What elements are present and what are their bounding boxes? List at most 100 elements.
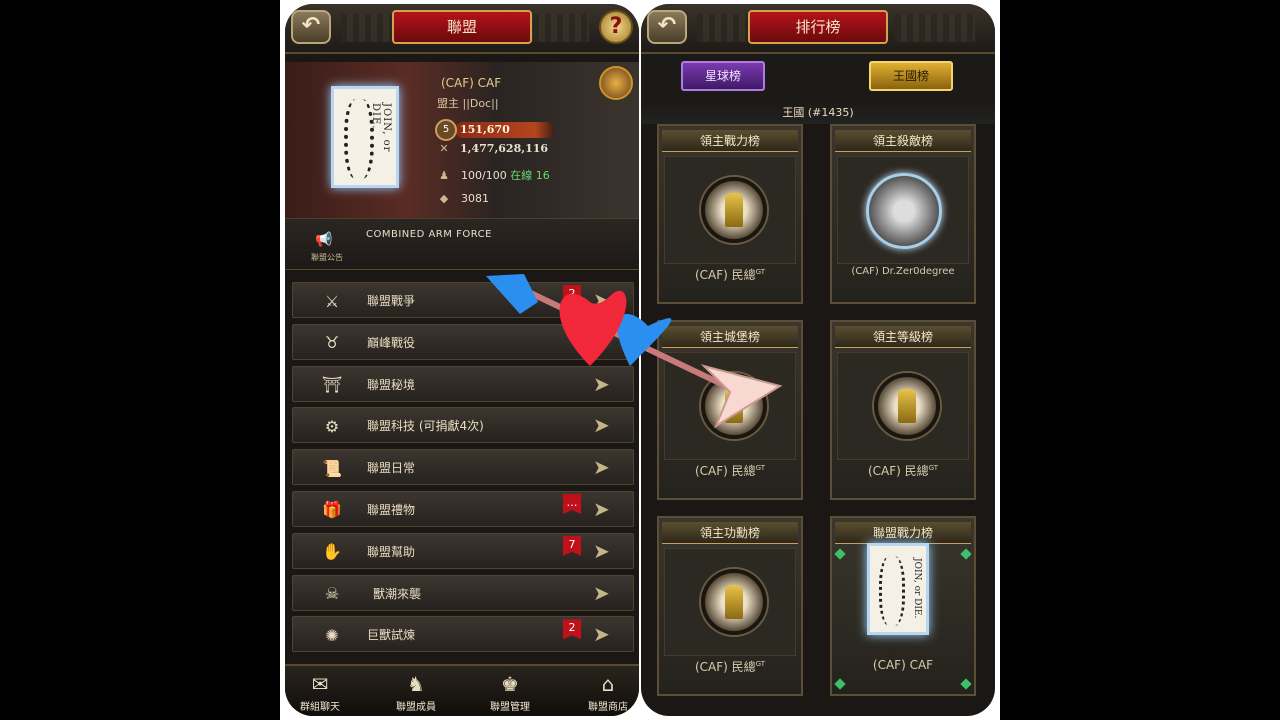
chat-scroll-icon: ✉ [311,672,329,696]
corner-gem-icon [960,678,972,690]
menu-item-label: 聯盟禮物 [367,502,416,517]
giant-beast-icon: ✺ [325,625,339,645]
alliance-leader: 盟主 ||Doc|| [437,97,499,110]
alliance-header: ↶ 聯盟 ? [285,4,639,54]
menu-item-label: 聯盟日常 [367,461,416,476]
tech-gear-icon: ⚙ [324,416,340,436]
page-title: 排行榜 [748,10,888,44]
rank-card-player: (CAF) CAF [832,658,974,672]
notification-badge: 2 [563,619,581,640]
nav-members[interactable]: ♞ 聯盟成員 [371,666,461,716]
chevron-right-icon: ➤ [593,580,610,605]
ranking-tabs: 星球榜 王國榜 [641,54,995,104]
player-name: (CAF) 民總 [694,660,756,674]
rank-card-lord-merit[interactable]: 領主功勳榜 (CAF) 民總GT [657,516,803,696]
help-button[interactable]: ? [599,10,633,44]
nav-shop[interactable]: ⌂ 聯盟商店 [563,666,639,716]
menu-item-label: 巨獸試煉 [367,628,416,643]
members-icon: ♞ [407,672,425,696]
chevron-right-icon: ➤ [593,538,610,563]
corner-gem-icon [834,548,846,560]
chevron-right-icon: ➤ [593,496,610,521]
rank-card-portrait-area [837,352,969,460]
members-icon: ♟ [439,169,449,182]
statue-avatar [701,177,767,243]
menu-item-label: 聯盟科技 (可捐獻4次) [367,419,484,434]
bull-skull-icon: ♉ [324,333,340,353]
bottom-nav: ✉ 群組聊天 ♞ 聯盟成員 ♚ 聯盟管理 ⌂ 聯盟商店 [285,664,639,716]
rank-card-player: (CAF) 民總GT [659,658,801,675]
flag-motto: JOIN, or DIE. [370,103,392,153]
alliance-flag: JOIN, or DIE. [867,543,929,635]
menu-item-alliance-daily[interactable]: 📜 聯盟日常 ➤ [292,449,634,486]
tab-kingdom-ranking[interactable]: 王國榜 [869,61,953,91]
rank-card-title: 領主功勳榜 [662,522,798,544]
member-count-value: 100/100 [461,169,507,182]
nav-management[interactable]: ♚ 聯盟管理 [465,666,555,716]
statue-icon [725,193,743,227]
rank-card-alliance-power[interactable]: 聯盟戰力榜 JOIN, or DIE. (CAF) CAF [830,516,976,696]
menu-item-label: 巔峰戰役 [367,335,416,350]
back-button[interactable]: ↶ [647,10,687,44]
rank-card-player: (CAF) 民總GT [832,462,974,479]
tab-planet-ranking[interactable]: 星球榜 [681,61,765,91]
corner-gem-icon [960,548,972,560]
help-hands-icon: ✋ [322,542,342,562]
flag-motto: JOIN, or DIE. [912,558,922,619]
nav-label: 群組聊天 [300,702,340,713]
alliance-level-badge: 5 [435,119,457,141]
rank-card-player: (CAF) 民總GT [659,462,801,479]
player-name: (CAF) 民總 [867,464,929,478]
menu-item-alliance-help[interactable]: ✋ 聯盟幫助 7 ➤ [292,532,634,569]
menu-item-alliance-gift[interactable]: 🎁 聯盟禮物 … ➤ [292,490,634,527]
gift-count: 3081 [461,192,489,205]
menu-item-label: 獸潮來襲 [373,586,422,601]
shop-icon: ⌂ [601,672,615,696]
gift-count-icon: ◆ [439,192,449,205]
ranking-header: ↶ 排行榜 [641,4,995,54]
rank-card-title: 聯盟戰力榜 [835,522,971,544]
player-suffix: GT [928,464,939,472]
kingdom-id: 王國 (#1435) [641,102,995,124]
menu-item-giant-trial[interactable]: ✺ 巨獸試煉 2 ➤ [292,616,634,653]
statue-avatar [874,373,940,439]
beast-icon: ☠ [324,584,340,604]
horn-icon[interactable] [599,66,633,100]
rank-card-portrait-area [664,156,796,264]
menu-item-beast-attack[interactable]: ☠ 獸潮來襲 ➤ [292,574,634,611]
rank-card-lord-kills[interactable]: 領主殺敵榜 (CAF) Dr.Zer0degree [830,124,976,304]
snake-emblem-icon [879,556,905,626]
nav-label: 聯盟管理 [490,702,530,713]
player-name: (CAF) 民總 [694,464,756,478]
alliance-flag[interactable]: JOIN, or DIE. [331,86,399,188]
megaphone-icon[interactable]: 📢 [315,232,341,252]
menu-item-label: 聯盟秘境 [367,377,416,392]
menu-item-label: 聯盟幫助 [367,544,416,559]
chevron-right-icon: ➤ [593,622,610,647]
online-count: 在線 16 [510,169,550,182]
notification-badge: … [563,493,581,514]
crossed-swords-icon: ⚔ [324,291,340,311]
nav-group-chat[interactable]: ✉ 群組聊天 [285,666,365,716]
rank-card-portrait-area [837,156,969,264]
menu-item-label: 聯盟戰爭 [367,294,416,308]
announcement-label: 聯盟公告 [311,253,343,262]
nav-label: 聯盟商店 [588,702,628,713]
alliance-kills: 1,477,628,116 [460,142,549,155]
rank-card-player: (CAF) Dr.Zer0degree [832,266,974,277]
player-suffix: GT [755,464,766,472]
header-ornament [895,14,975,42]
alliance-power: 151,670 [460,123,510,136]
red-heart-icon [559,290,627,366]
player-name: (CAF) CAF [872,658,934,672]
back-button[interactable]: ↶ [291,10,331,44]
notification-badge: 7 [563,535,581,556]
rank-card-lord-level[interactable]: 領主等級榜 (CAF) 民總GT [830,320,976,500]
rank-card-title: 領主等級榜 [835,326,971,348]
shrine-icon: ⛩ [321,375,343,395]
page-title: 聯盟 [392,10,532,44]
player-suffix: GT [755,660,766,668]
player-portrait-avatar [866,173,942,249]
rank-card-title: 領主戰力榜 [662,130,798,152]
statue-icon [898,389,916,423]
